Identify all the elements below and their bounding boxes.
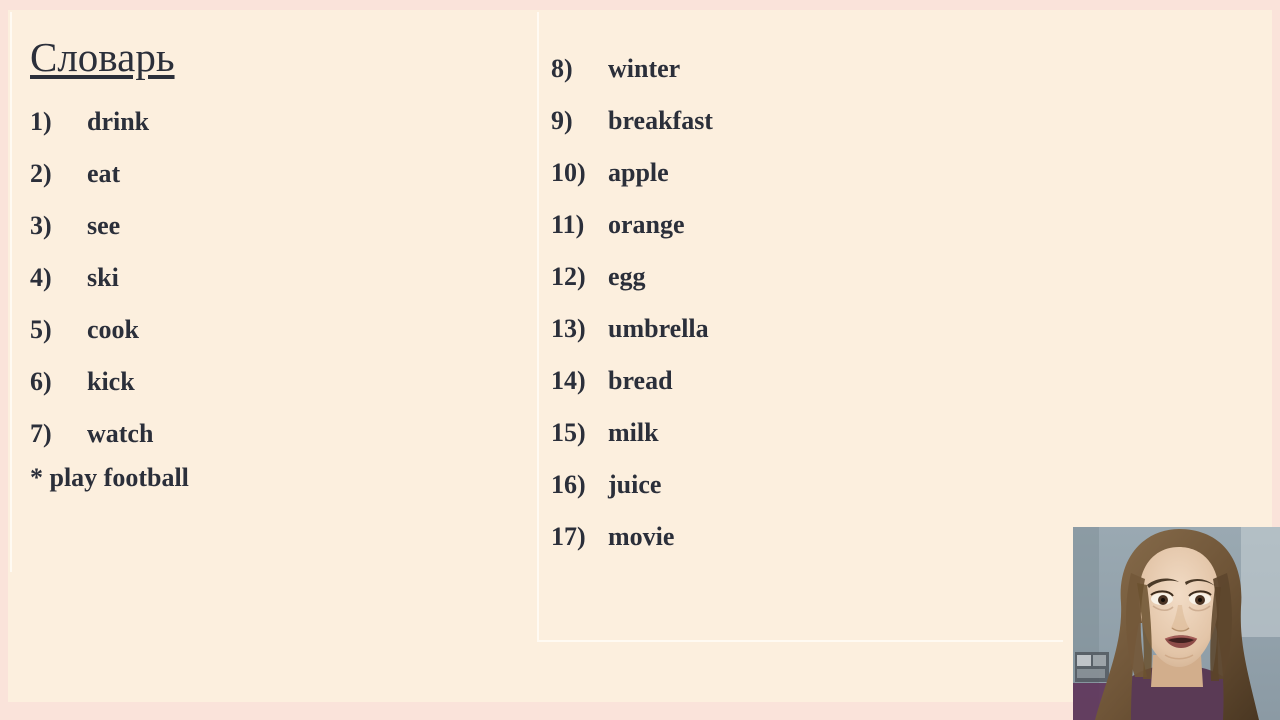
vocabulary-item: 1) drink: [30, 96, 500, 148]
vocabulary-item-number: 4): [30, 263, 52, 292]
vocabulary-item-word: milk: [608, 418, 659, 447]
vocabulary-item: 8) winter: [551, 43, 1031, 95]
vocabulary-item: 17) movie: [551, 511, 1031, 563]
vocabulary-item-word: juice: [608, 470, 662, 499]
vocabulary-item: 12) egg: [551, 251, 1031, 303]
vocabulary-item-number: 8): [551, 54, 573, 83]
vocabulary-item-number: 12): [551, 262, 586, 291]
vocabulary-footnote: * play football: [30, 463, 189, 492]
vocabulary-item: 14) bread: [551, 355, 1031, 407]
vocabulary-item-word: watch: [87, 419, 154, 448]
vocabulary-item: 10) apple: [551, 147, 1031, 199]
vocabulary-item: 3) see: [30, 200, 500, 252]
presenter-webcam: [1073, 527, 1280, 720]
slide-title: Словарь: [30, 34, 175, 80]
vocabulary-item-number: 11): [551, 210, 585, 239]
vocabulary-item-number: 15): [551, 418, 586, 447]
vocabulary-item-word: winter: [608, 54, 681, 83]
vocabulary-item-number: 3): [30, 211, 52, 240]
vocabulary-item-number: 17): [551, 522, 586, 551]
vocabulary-item-word: egg: [608, 262, 646, 291]
vocabulary-item-number: 5): [30, 315, 52, 344]
vocabulary-item: 15) milk: [551, 407, 1031, 459]
vocabulary-item-number: 1): [30, 107, 52, 136]
vocabulary-item-word: bread: [608, 366, 673, 395]
vocabulary-item-word: umbrella: [608, 314, 709, 343]
vocabulary-item: 13) umbrella: [551, 303, 1031, 355]
vocabulary-list-right: 8) winter 9) breakfast 10) apple 11) ora…: [551, 43, 1031, 563]
video-frame: Словарь 1) drink 2) eat 3) see 4) ski 5)…: [0, 0, 1280, 720]
vocabulary-item-word: drink: [87, 107, 150, 136]
vocabulary-item-word: movie: [608, 522, 675, 551]
vocabulary-item-word: apple: [608, 158, 669, 187]
vocabulary-item-word: orange: [608, 210, 685, 239]
vocabulary-item: 11) orange: [551, 199, 1031, 251]
vocabulary-item-word: see: [87, 211, 121, 240]
vocabulary-item-word: kick: [87, 367, 135, 396]
webcam-video-frame: [1073, 527, 1280, 720]
vocabulary-list-left: 1) drink 2) eat 3) see 4) ski 5) cook 6)…: [30, 96, 500, 460]
vocabulary-item-word: breakfast: [608, 106, 713, 135]
vocabulary-item-word: eat: [87, 159, 121, 188]
vocabulary-item-number: 10): [551, 158, 586, 187]
vocabulary-item-number: 13): [551, 314, 586, 343]
vocabulary-item: 6) kick: [30, 356, 500, 408]
vocabulary-item-number: 2): [30, 159, 52, 188]
vocabulary-item-number: 6): [30, 367, 52, 396]
vocabulary-item: 16) juice: [551, 459, 1031, 511]
vocabulary-item: 7) watch: [30, 408, 500, 460]
vocabulary-item: 5) cook: [30, 304, 500, 356]
vocabulary-item-number: 16): [551, 470, 586, 499]
vocabulary-item: 4) ski: [30, 252, 500, 304]
vocabulary-item-word: cook: [87, 315, 139, 344]
vocabulary-item-number: 9): [551, 106, 573, 135]
vocabulary-item-word: ski: [87, 263, 119, 292]
vocabulary-item-number: 14): [551, 366, 586, 395]
vocabulary-item-number: 7): [30, 419, 52, 448]
vocabulary-item: 9) breakfast: [551, 95, 1031, 147]
vocabulary-item: 2) eat: [30, 148, 500, 200]
